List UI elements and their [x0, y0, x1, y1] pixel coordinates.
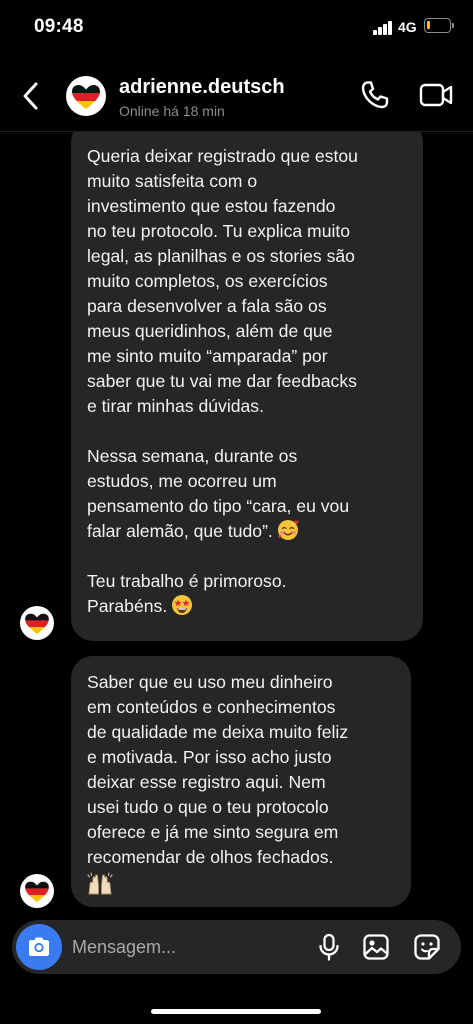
sender-avatar[interactable]: [20, 606, 54, 640]
sender-avatar[interactable]: [20, 874, 54, 908]
microphone-icon: [319, 933, 339, 961]
battery-tip: [452, 23, 454, 28]
chevron-left-icon: [23, 82, 38, 110]
network-type: 4G: [398, 19, 417, 35]
battery-level: [427, 21, 430, 29]
signal-icon: [373, 21, 393, 35]
message-text: Queria deixar registrado que estou muito…: [87, 146, 358, 416]
message-input[interactable]: [72, 920, 292, 974]
star-struck-emoji: [172, 595, 193, 615]
message-bubble[interactable]: Saber que eu uso meu dinheiro em conteúd…: [71, 656, 411, 907]
message-text: Saber que eu uso meu dinheiro em conteúd…: [87, 672, 349, 867]
video-camera-icon: [419, 83, 453, 107]
video-call-button[interactable]: [418, 78, 454, 112]
message-composer: [12, 920, 461, 974]
camera-button[interactable]: [16, 924, 62, 970]
message-text-line-group: Teu trabalho é primoroso. Parabéns.: [87, 569, 407, 619]
sticker-icon: [414, 934, 440, 960]
message-text-line-group: Nessa semana, durante os estudos, me oco…: [87, 444, 407, 544]
battery-icon: [424, 18, 451, 33]
gallery-button[interactable]: [362, 933, 390, 961]
call-button[interactable]: [358, 78, 392, 112]
raising-hands-emoji: [87, 872, 113, 895]
home-indicator[interactable]: [151, 1009, 321, 1014]
online-status: Online há 18 min: [119, 103, 225, 119]
contact-name[interactable]: adrienne.deutsch: [119, 76, 285, 99]
message-bubble[interactable]: Queria deixar registrado que estou muito…: [71, 120, 423, 641]
voice-message-button[interactable]: [316, 933, 342, 961]
chat-header: adrienne.deutsch Online há 18 min: [0, 56, 473, 132]
sticker-button[interactable]: [413, 933, 441, 961]
message-text: Nessa semana, durante os estudos, me oco…: [87, 446, 350, 541]
camera-icon: [29, 937, 49, 956]
gallery-icon: [363, 934, 389, 960]
phone-icon: [361, 81, 389, 109]
smiling-face-with-hearts-emoji: [277, 520, 299, 540]
profile-avatar[interactable]: [66, 76, 106, 116]
status-bar: 09:48 4G: [0, 0, 473, 56]
status-time: 09:48: [34, 16, 84, 37]
back-button[interactable]: [14, 78, 48, 114]
